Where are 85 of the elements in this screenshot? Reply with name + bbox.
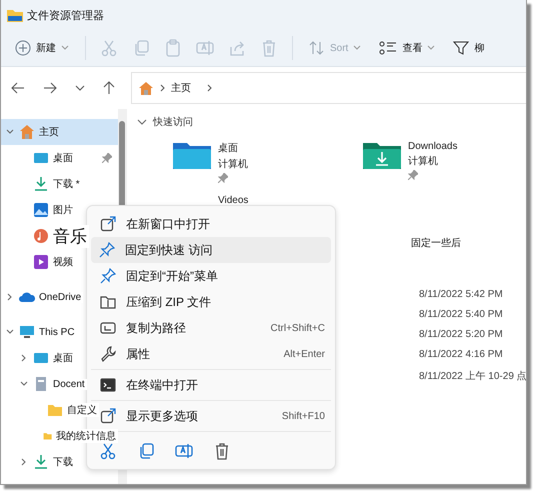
chevron-right-icon[interactable]	[6, 293, 14, 301]
menu-item[interactable]: 固定到快速 访问	[91, 237, 331, 263]
sidebar-item[interactable]: 下载 *	[1, 171, 118, 197]
caret-icon	[61, 45, 69, 51]
view-button[interactable]: 查看	[377, 37, 438, 59]
folder-name: 桌面	[218, 142, 239, 155]
chevron-down-icon[interactable]	[6, 128, 14, 136]
open-window-icon	[100, 216, 116, 232]
item-label: 桌面	[53, 151, 75, 165]
list-view-icon	[379, 40, 398, 56]
date-modified: 8/11/2022 5:42 PM	[419, 289, 504, 300]
sort-icon	[309, 40, 325, 56]
download-icon	[33, 176, 49, 192]
pin-icon	[99, 242, 115, 258]
download-folder-icon[interactable]	[363, 141, 401, 169]
item-label: 图片	[53, 203, 75, 217]
trash-icon[interactable]	[213, 442, 231, 460]
chevron-down-icon[interactable]	[137, 118, 147, 126]
item-label: 视频	[53, 255, 75, 269]
item-label: Docent	[53, 378, 87, 390]
folder-name: Downloads	[408, 141, 458, 152]
folder-location: 计算机	[218, 158, 248, 171]
column-header: 固定一些后	[411, 236, 462, 250]
folder-icon	[47, 402, 63, 418]
item-label: 自定义	[67, 403, 99, 417]
music-icon	[33, 228, 49, 244]
sidebar-item[interactable]: 主页	[1, 119, 118, 145]
pin-icon	[100, 268, 116, 284]
document-icon	[33, 376, 49, 392]
item-label: 下载	[53, 455, 75, 469]
date-modified: 8/11/2022 上午 10-29 点	[419, 370, 526, 383]
download-icon	[33, 454, 49, 470]
desktop-icon	[33, 150, 49, 166]
breadcrumb[interactable]: 主页	[171, 81, 191, 95]
chevron-right-icon[interactable]	[20, 354, 28, 362]
item-label: This PC	[39, 326, 77, 338]
date-modified: 8/11/2022 4:16 PM	[419, 349, 504, 360]
home-icon	[138, 80, 154, 96]
picture-icon	[33, 202, 49, 218]
date-modified: 8/11/2022 5:40 PM	[419, 309, 504, 320]
item-label: 下载 *	[53, 177, 82, 191]
sidebar-item[interactable]: 桌面	[1, 145, 118, 171]
window-title: 文件资源管理器	[27, 8, 104, 22]
monitor-icon	[19, 324, 35, 340]
item-label: 我的统计信息	[56, 429, 118, 443]
forward-icon[interactable]	[43, 82, 57, 94]
plus-icon	[15, 40, 31, 56]
address-bar[interactable]: 主页	[131, 72, 526, 104]
new-button[interactable]: 新建	[13, 37, 71, 59]
wrench-icon	[100, 346, 116, 362]
item-label: 桌面	[53, 351, 75, 365]
terminal-icon	[100, 377, 116, 393]
chevron-down-icon[interactable]	[20, 380, 28, 388]
folder-location: 计算机	[408, 154, 439, 168]
video-icon	[33, 254, 49, 270]
home-icon	[19, 124, 35, 140]
back-icon[interactable]	[11, 82, 25, 94]
cut-icon[interactable]	[99, 442, 117, 460]
shortcut-text: Shift+F10	[282, 410, 325, 422]
folder-icon	[7, 8, 23, 22]
desktop-icon	[33, 350, 49, 366]
section-header: 快速访问	[153, 116, 193, 129]
item-label: 主页	[39, 126, 60, 139]
caret-icon	[427, 45, 436, 51]
date-modified: 8/11/2022 5:20 PM	[419, 329, 504, 340]
chevron-down-icon[interactable]	[75, 85, 85, 91]
caret-icon	[353, 45, 362, 51]
chevron-right-icon[interactable]	[207, 84, 212, 92]
path-icon	[100, 320, 116, 336]
more-options-icon	[100, 408, 116, 424]
folder-zip-icon	[100, 294, 116, 310]
filter-button[interactable]: 柳	[451, 37, 486, 59]
item-label: 音乐	[53, 224, 89, 248]
folder-name: Videos	[218, 195, 248, 206]
chevron-down-icon[interactable]	[6, 328, 14, 336]
rename-icon[interactable]	[175, 442, 193, 460]
chevron-right-icon[interactable]	[20, 458, 28, 466]
folder-icon[interactable]	[173, 141, 211, 169]
item-label: OneDrive	[39, 292, 84, 302]
up-icon[interactable]	[103, 81, 115, 95]
shortcut-text: Ctrl+Shift+C	[270, 322, 325, 334]
sidebar-item[interactable]: 下载	[1, 449, 118, 475]
shortcut-text: Alt+Enter	[284, 348, 325, 360]
chevron-right-icon	[160, 84, 165, 92]
filter-icon	[453, 40, 470, 56]
